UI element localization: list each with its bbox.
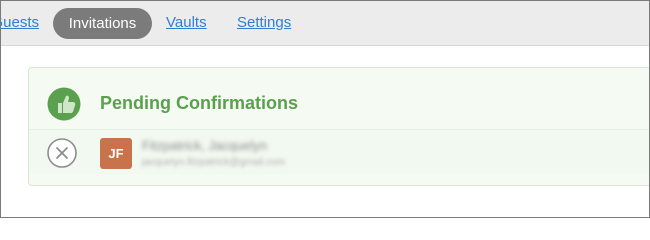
nav-link-settings-label: Settings	[237, 14, 292, 31]
panel-header: Pending Confirmations	[29, 68, 649, 128]
nav-link-vaults[interactable]: Vaults	[166, 14, 207, 31]
nav-link-guests-label: Guests	[1, 14, 39, 31]
close-circle-icon[interactable]	[47, 138, 77, 168]
list-item: JF Fitzpatrick, Jacquelyn jacquelyn.fitz…	[29, 129, 649, 174]
pending-confirmations-panel: Pending Confirmations JF Fitzpatrick, Ja…	[28, 67, 649, 186]
guest-name: Fitzpatrick, Jacquelyn	[142, 138, 267, 153]
nav-link-vaults-label: Vaults	[166, 14, 207, 31]
top-navigation: Guests Invitations Vaults Settings	[1, 1, 649, 46]
panel-title: Pending Confirmations	[100, 93, 298, 113]
nav-link-guests[interactable]: Guests	[1, 14, 39, 31]
nav-link-settings[interactable]: Settings	[237, 14, 291, 31]
nav-tab-invitations[interactable]: Invitations	[53, 8, 152, 39]
app-window: Guests Invitations Vaults Settings Pendi…	[0, 0, 650, 218]
nav-tab-invitations-label: Invitations	[68, 15, 137, 32]
guest-email: jacquelyn.fitzpatrick@gmail.com	[142, 157, 285, 168]
thumbs-up-icon	[47, 87, 81, 121]
avatar: JF	[100, 138, 132, 169]
